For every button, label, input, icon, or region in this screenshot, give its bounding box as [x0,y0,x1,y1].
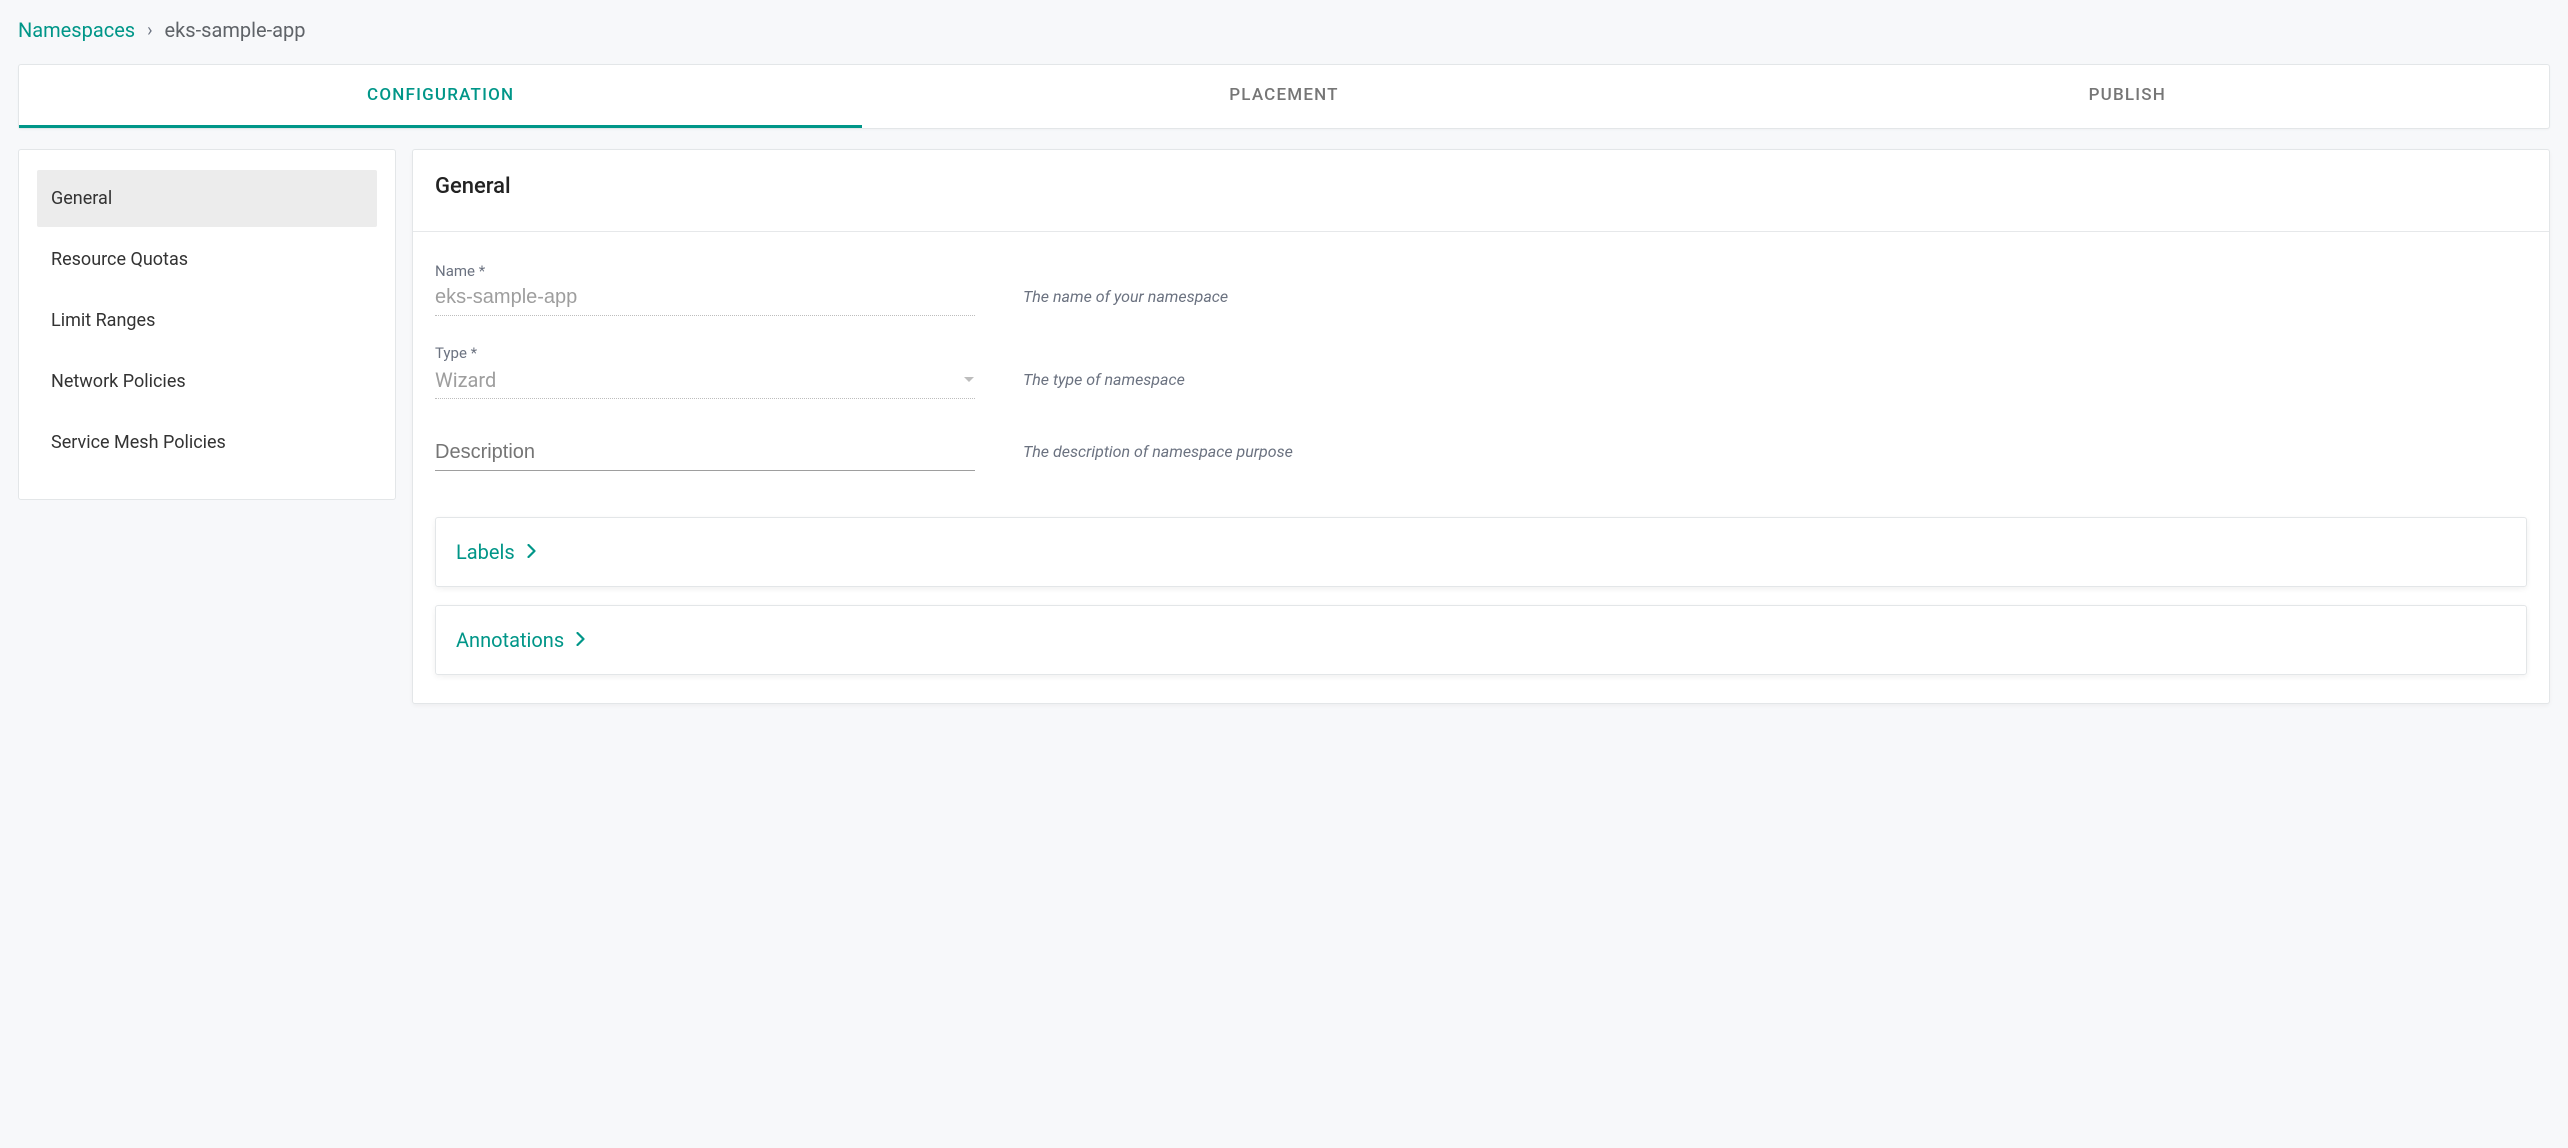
breadcrumb: Namespaces › eks-sample-app [18,18,2550,42]
breadcrumb-separator: › [147,20,152,41]
breadcrumb-parent-link[interactable]: Namespaces [18,18,135,42]
breadcrumb-current: eks-sample-app [165,18,306,42]
annotations-card-label: Annotations [456,628,564,652]
panel-header: General [413,150,2549,232]
sidebar-item-resource-quotas[interactable]: Resource Quotas [37,231,377,288]
chevron-right-icon [576,631,585,650]
description-field[interactable] [435,437,975,471]
tab-publish[interactable]: PUBLISH [1706,65,2549,128]
main-panel: General Name * The name of your namespac… [412,149,2550,704]
name-field[interactable] [435,282,975,316]
name-field-help: The name of your namespace [1023,287,1228,316]
sidebar-item-network-policies[interactable]: Network Policies [37,353,377,410]
sidebar-item-general[interactable]: General [37,170,377,227]
tab-configuration[interactable]: CONFIGURATION [19,65,862,128]
type-field[interactable]: Wizard [435,364,975,399]
form-row-description: The description of namespace purpose [435,437,2527,471]
labels-card[interactable]: Labels [435,517,2527,587]
tab-placement[interactable]: PLACEMENT [862,65,1705,128]
name-field-label: Name * [435,262,975,280]
sidebar-nav: General Resource Quotas Limit Ranges Net… [18,149,396,500]
labels-card-label: Labels [456,540,515,564]
name-input[interactable] [435,286,975,309]
form-row-type: Type * Wizard The type of namespace [435,344,2527,399]
sidebar-item-limit-ranges[interactable]: Limit Ranges [37,292,377,349]
description-input[interactable] [435,441,975,464]
annotations-card[interactable]: Annotations [435,605,2527,675]
chevron-down-icon [963,373,975,387]
type-field-help: The type of namespace [1023,370,1185,399]
sidebar-item-service-mesh-policies[interactable]: Service Mesh Policies [37,414,377,471]
type-field-label: Type * [435,344,975,362]
top-tabs: CONFIGURATION PLACEMENT PUBLISH [18,64,2550,129]
type-select-value[interactable]: Wizard [435,368,963,392]
description-field-help: The description of namespace purpose [1023,442,1293,471]
panel-title: General [435,174,2527,199]
form-row-name: Name * The name of your namespace [435,262,2527,316]
chevron-right-icon [527,543,536,562]
